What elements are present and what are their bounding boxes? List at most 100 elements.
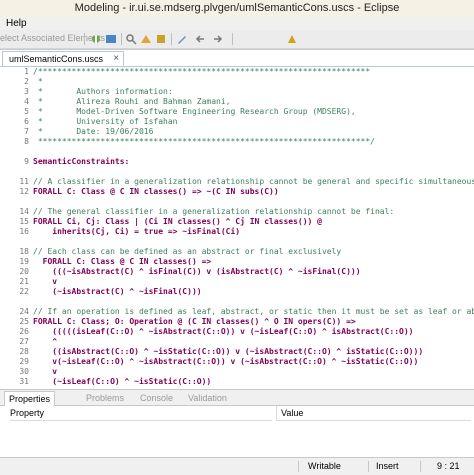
code-text: // A classifier in a generalization rela… xyxy=(33,177,474,187)
line-number: 7 xyxy=(24,127,29,136)
code-token: * Authors information: xyxy=(33,87,173,96)
edit-icon[interactable] xyxy=(176,33,188,45)
code-text: * University of Isfahan xyxy=(33,117,178,127)
code-token: ((isAbstract(C::O) ^ ~isStatic(C::O)) v … xyxy=(33,347,424,356)
line-number: 24 xyxy=(19,307,29,316)
line-number: 27 xyxy=(19,337,29,346)
line-number: 12 xyxy=(19,187,29,196)
line-number: 25 xyxy=(19,317,29,326)
value-column-header[interactable]: Value xyxy=(276,406,471,421)
line-number: 20 xyxy=(19,267,29,276)
code-token: v xyxy=(33,277,58,286)
code-line: 26 (((((isLeaf(C::O) ^ ~isAbstract(C::O)… xyxy=(0,327,474,337)
code-line: 30 v xyxy=(0,367,474,377)
status-writable: Writable xyxy=(308,461,341,471)
code-text: // If an operation is defined as leaf, a… xyxy=(33,307,474,317)
code-text: ((isAbstract(C::O) ^ ~isStatic(C::O)) v … xyxy=(33,347,423,357)
code-text: ****************************************… xyxy=(33,137,375,147)
line-number: 28 xyxy=(19,347,29,356)
editor-area: umlSemanticCons.uscs × 1 /***************… xyxy=(0,49,474,390)
code-line: 9 SemanticConstraints: xyxy=(0,157,474,167)
code-line: 28 ((isAbstract(C::O) ^ ~isStatic(C::O))… xyxy=(0,347,474,357)
code-text: FORALL Ci, Cj: Class | (Ci IN classes() … xyxy=(33,217,322,227)
tab-properties[interactable]: Properties xyxy=(4,391,56,406)
code-token: // Each class can be defined as an abstr… xyxy=(33,247,342,256)
code-line: 29 v(~isLeaf(C::O) ^ ~isAbstract(C::O)) … xyxy=(0,357,474,367)
code-line: 16 inherits(Cj, Ci) = true => ~isFinal(C… xyxy=(0,227,474,237)
line-number: 4 xyxy=(24,97,29,106)
status-separator xyxy=(420,461,421,472)
code-token: * University of Isfahan xyxy=(33,117,178,126)
code-text: /***************************************… xyxy=(33,67,370,77)
line-number: 19 xyxy=(19,257,29,266)
plugin-icon[interactable] xyxy=(286,33,298,45)
code-token: inherits(Cj, Ci) = true => ~isFinal(Ci) xyxy=(33,227,241,236)
navigate-icon[interactable] xyxy=(140,33,152,45)
code-line: 12 FORALL C: Class @ C IN classes() => ~(… xyxy=(0,187,474,197)
code-token: (~isAbstract(C) ^ ~isFinal(C))) xyxy=(33,287,202,296)
code-text: ^ xyxy=(33,337,57,347)
code-token: FORALL Ci, Cj: Class | (Ci IN classes() … xyxy=(33,217,322,226)
run-icon[interactable] xyxy=(105,33,117,45)
status-separator xyxy=(298,461,299,472)
status-cursor-position: 9 : 21 xyxy=(437,461,460,471)
code-text: * Alireza Rouhi and Bahman Zamani, xyxy=(33,97,231,107)
menu-help[interactable]: Help xyxy=(6,17,27,30)
code-text: FORALL C: Class @ C IN classes() => xyxy=(33,257,212,267)
code-text: FORALL C: Class; O: Operation @ (C IN cl… xyxy=(33,317,356,327)
tab-validation[interactable]: Validation xyxy=(188,391,227,405)
code-line: 3 * Authors information: xyxy=(0,87,474,97)
code-line: 31 (~isLeaf(C::O) ^ ~isStatic(C::O)) xyxy=(0,377,474,387)
code-line: 22 (~isAbstract(C) ^ ~isFinal(C))) xyxy=(0,287,474,297)
code-text: v xyxy=(33,367,57,377)
code-text: SemanticConstraints: xyxy=(33,157,129,167)
search-icon[interactable] xyxy=(125,33,137,45)
forward-icon[interactable] xyxy=(212,33,224,45)
code-editor[interactable]: 1 /**************************************… xyxy=(0,67,474,390)
code-text: * xyxy=(33,77,43,87)
code-token: /***************************************… xyxy=(33,67,371,76)
code-line: 25 FORALL C: Class; O: Operation @ (C IN … xyxy=(0,317,474,327)
close-icon[interactable]: × xyxy=(113,52,119,66)
toolbar-separator xyxy=(171,33,172,45)
code-token: ****************************************… xyxy=(33,137,375,146)
refresh-icon[interactable] xyxy=(155,33,167,45)
toolbar-separator xyxy=(84,33,85,45)
code-text: // The general classifier in a generaliz… xyxy=(33,207,394,217)
tab-label: umlSemanticCons.uscs xyxy=(9,54,104,64)
tab-problems[interactable]: Problems xyxy=(86,391,124,405)
back-icon[interactable] xyxy=(194,33,206,45)
line-number: 8 xyxy=(24,137,29,146)
code-line: 4 * Alireza Rouhi and Bahman Zamani, xyxy=(0,97,474,107)
code-line: 24 // If an operation is defined as leaf,… xyxy=(0,307,474,317)
menu-bar: Help xyxy=(0,17,474,30)
property-column-header[interactable]: Property xyxy=(10,406,272,421)
code-token: // If an operation is defined as leaf, a… xyxy=(33,307,474,316)
select-icon[interactable] xyxy=(90,33,102,45)
tab-umlsemanticcons[interactable]: umlSemanticCons.uscs × xyxy=(2,51,125,66)
line-number: 31 xyxy=(19,377,29,386)
code-line: 5 * Model-Driven Software Engineering Re… xyxy=(0,107,474,117)
code-token: FORALL C: Class @ C IN classes() => xyxy=(33,257,212,266)
code-text: v xyxy=(33,277,57,287)
line-number: 2 xyxy=(24,77,29,86)
line-number: 22 xyxy=(19,287,29,296)
code-text: (((~isAbstract(C) ^ isFinal(C)) v (isAbs… xyxy=(33,267,360,277)
code-line: 20 (((~isAbstract(C) ^ isFinal(C)) v (is… xyxy=(0,267,474,277)
code-text: v(~isLeaf(C::O) ^ ~isAbstract(C::O)) v (… xyxy=(33,357,418,367)
code-line: 27 ^ xyxy=(0,337,474,347)
code-line: 1 /**************************************… xyxy=(0,67,474,77)
code-token: SemanticConstraints: xyxy=(33,157,130,166)
code-token: FORALL C: Class; O: Operation @ (C IN cl… xyxy=(33,317,356,326)
tab-console[interactable]: Console xyxy=(140,391,173,405)
code-line: 8 **************************************… xyxy=(0,137,474,147)
code-text: * Authors information: xyxy=(33,87,173,97)
code-token: v xyxy=(33,367,58,376)
code-line: 14 // The general classifier in a general… xyxy=(0,207,474,217)
properties-panel: Properties Problems Console Validation P… xyxy=(0,389,474,458)
status-insert: Insert xyxy=(376,461,399,471)
properties-tabbar: Properties Problems Console Validation xyxy=(0,390,474,406)
